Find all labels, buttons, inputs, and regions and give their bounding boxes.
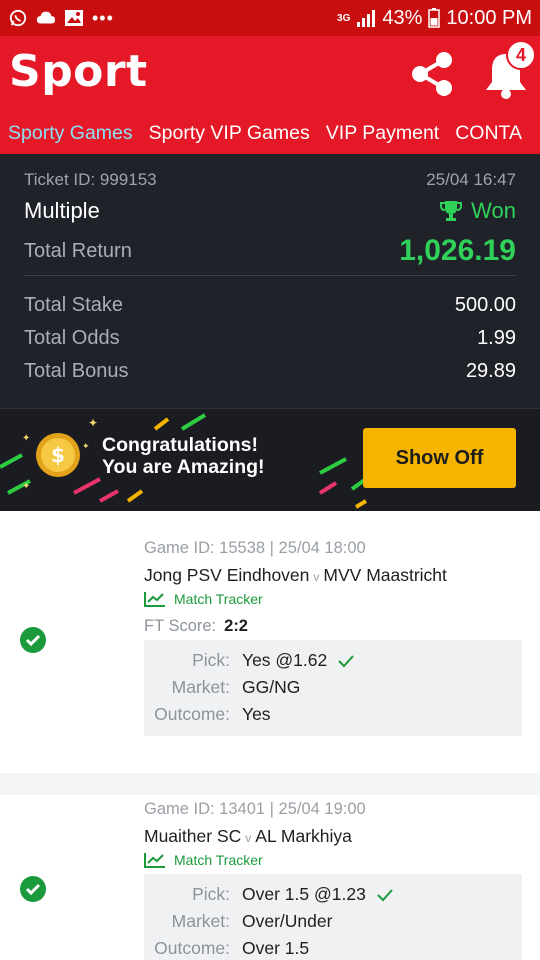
congrats-line-1: Congratulations! [102,434,258,456]
game-id-line: Game ID: 13401 | 25/04 19:00 [144,800,366,818]
trophy-icon [440,201,463,221]
ticket-datetime: 25/04 16:47 [426,170,516,189]
show-off-button[interactable]: Show Off [363,428,516,488]
match-tracker-label: Match Tracker [174,591,263,607]
svg-text:✦: ✦ [22,433,30,444]
market-value: Over/Under [242,911,333,931]
divider [24,275,516,276]
away-team: AL Markhiya [255,826,352,846]
svg-text:✦: ✦ [22,481,30,492]
more-dots-icon: ••• [92,8,114,28]
pick-label: Pick: [192,650,230,670]
tab-contact[interactable]: CONTA [447,122,530,145]
svg-text:$: $ [51,443,65,467]
ticket-summary: Ticket ID: 999153 25/04 16:47 Multiple W… [0,154,540,408]
ft-score-label: FT Score: [144,617,217,635]
coin-icon: $ [36,433,80,477]
ticket-id: Ticket ID: 999153 [24,170,157,189]
congrats-line-2: You are Amazing! [102,456,265,478]
market-label: Market: [171,677,230,697]
tab-sporty-games[interactable]: Sporty Games [0,122,141,145]
check-circle-icon [20,627,46,653]
share-icon[interactable] [404,46,460,102]
network-type: 3G [337,12,351,24]
app-header: Sport [0,36,540,112]
selections-list: Game ID: 15538 | 25/04 18:00 Jong PSV Ei… [0,511,540,960]
market-value: GG/NG [242,677,301,697]
svg-text:✦: ✦ [82,441,90,451]
home-team: Muaither SC [144,826,242,846]
checkmark-icon [377,888,393,901]
nav-tabs: Sporty Games Sporty VIP Games VIP Paymen… [0,112,540,154]
image-icon [65,10,83,26]
app-title: Sport [9,46,148,97]
whatsapp-icon [9,9,27,27]
selection-item: Game ID: 13401 | 25/04 19:00 Muaither SC… [0,795,540,960]
match-tracker-link[interactable]: Match Tracker [144,591,263,607]
away-team: MVV Maastricht [323,565,447,585]
pick-details: Pick: Over 1.5 @1.23 Market: Over/Under … [144,874,522,960]
match-tracker-link[interactable]: Match Tracker [144,852,263,868]
chart-line-icon [144,592,165,607]
tab-vip-payment[interactable]: VIP Payment [318,122,447,145]
market-label: Market: [171,911,230,931]
status-label: Won [471,198,516,223]
svg-text:✦: ✦ [88,416,98,430]
bet-type: Multiple [24,198,100,223]
list-separator [0,773,540,795]
notification-badge: 4 [506,40,536,70]
battery-icon [428,8,441,28]
total-stake-label: Total Stake [24,294,123,316]
ft-score-value: 2:2 [224,617,248,635]
signal-icon [357,10,376,27]
total-return-label: Total Return [24,239,132,262]
total-stake-value: 500.00 [454,294,516,316]
battery-percent: 43% [382,6,423,29]
outcome-value: Over 1.5 [242,938,310,958]
total-odds-label: Total Odds [24,327,120,349]
match-tracker-label: Match Tracker [174,852,263,868]
outcome-label: Outcome: [154,938,230,958]
outcome-value: Yes [242,704,271,724]
total-bonus-label: Total Bonus [24,360,129,382]
ticket-status: Won [439,198,516,224]
total-odds-value: 1.99 [477,327,516,349]
pick-value: Over 1.5 @1.23 [242,884,366,904]
cloud-icon [36,11,56,24]
pick-label: Pick: [192,884,230,904]
outcome-label: Outcome: [154,704,230,724]
congrats-banner: ✦ ✦ ✦ ✦ $ Congratulations! You are Amazi… [0,408,540,511]
game-id-line: Game ID: 15538 | 25/04 18:00 [144,539,366,557]
clock: 10:00 PM [446,6,532,29]
chart-line-icon [144,853,165,868]
match-teams: Jong PSV Eindhoven v MVV Maastricht [144,565,447,586]
status-bar: ••• 3G 43% 10:00 PM [0,0,540,36]
selection-item: Game ID: 15538 | 25/04 18:00 Jong PSV Ei… [0,511,540,773]
ft-score: FT Score: 2:2 [144,617,248,636]
pick-details: Pick: Yes @1.62 Market: GG/NG Outcome: Y… [144,640,522,736]
versus-label: v [313,570,320,584]
tab-sporty-vip-games[interactable]: Sporty VIP Games [141,122,318,145]
total-bonus-value: 29.89 [465,360,516,382]
pick-value: Yes @1.62 [242,650,328,670]
versus-label: v [245,831,252,845]
checkmark-icon [338,654,354,667]
congrats-text: Congratulations! You are Amazing! [102,434,265,478]
total-return-value: 1,026.19 [399,234,516,267]
match-teams: Muaither SC v AL Markhiya [144,826,352,847]
check-circle-icon [20,876,46,902]
home-team: Jong PSV Eindhoven [144,565,310,585]
